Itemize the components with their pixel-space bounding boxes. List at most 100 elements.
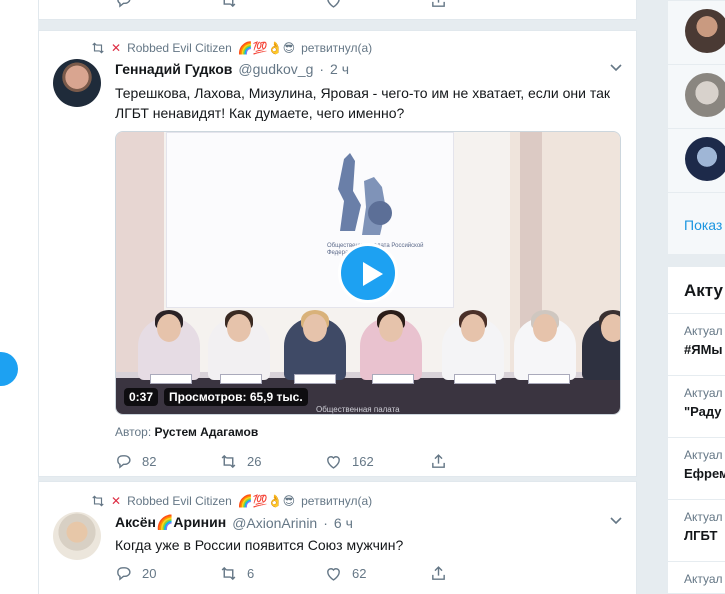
share-action[interactable] [430, 453, 535, 470]
trend-label: Актуал [684, 448, 723, 462]
reply-count: 82 [142, 454, 157, 469]
avatar[interactable] [685, 137, 725, 181]
video-frame-person [582, 310, 620, 380]
retweet-icon [221, 454, 236, 469]
suggested-account[interactable] [668, 129, 725, 193]
tweet-card[interactable]: ✕ Robbed Evil Citizen 🌈💯👌😎 ретвитнул(а) … [38, 481, 637, 594]
share-icon [432, 454, 445, 468]
chevron-down-icon[interactable] [610, 62, 622, 74]
reply-icon [117, 455, 131, 469]
tweet-card[interactable]: ✕ Robbed Evil Citizen 🌈💯👌😎 ретвитнул(а) … [38, 30, 637, 477]
play-button[interactable] [338, 243, 398, 303]
trend-name[interactable]: "Раду [684, 404, 722, 419]
video-frame-person [284, 310, 346, 380]
video-frame-nameplate [528, 374, 570, 384]
retweeter-name[interactable]: Robbed Evil Citizen [127, 41, 232, 55]
reply-action[interactable]: 82 [115, 453, 220, 470]
cross-mark-icon: ✕ [111, 41, 122, 55]
share-action[interactable] [430, 0, 535, 9]
video-frame-nameplate [220, 374, 262, 384]
retweet-suffix: ретвитнул(а) [301, 41, 373, 55]
retweet-icon [92, 495, 104, 507]
avatar[interactable] [53, 512, 101, 560]
video-frame-nameplate [454, 374, 496, 384]
video-caption: Общественная палата [316, 405, 400, 414]
retweeter-emojis: 🌈💯👌😎 [237, 494, 296, 508]
trend-item[interactable]: Актуал #ЯМы [668, 313, 725, 375]
who-to-follow-panel: Показ [667, 0, 725, 255]
tweet-actions [115, 0, 535, 9]
like-action[interactable] [325, 0, 430, 9]
tweet-header: Геннадий Гудков @gudkov_g · 2 ч [115, 61, 349, 77]
author-handle[interactable]: @gudkov_g [238, 61, 313, 77]
trend-label: Актуал [684, 572, 723, 586]
tweet-time[interactable]: 6 ч [334, 515, 353, 531]
retweeter-emojis: 🌈💯👌😎 [237, 41, 296, 55]
tweet-text: Когда уже в России появится Союз мужчин? [115, 537, 404, 553]
like-action[interactable]: 162 [325, 453, 430, 470]
avatar[interactable] [53, 59, 101, 107]
compose-tweet-button[interactable] [0, 352, 18, 386]
separator: · [323, 514, 328, 531]
trend-name[interactable]: #ЯМы [684, 342, 723, 357]
retweet-count: 26 [247, 454, 262, 469]
author-link[interactable]: Рустем Адагамов [155, 425, 259, 439]
reply-action[interactable] [115, 0, 220, 9]
like-count: 162 [352, 454, 374, 469]
retweeter-name[interactable]: Robbed Evil Citizen [127, 494, 232, 508]
cross-mark-icon: ✕ [111, 494, 122, 508]
retweet-count: 6 [247, 566, 255, 581]
show-more-link[interactable]: Показ [684, 217, 722, 233]
suggested-account[interactable] [668, 1, 725, 65]
avatar[interactable] [685, 73, 725, 117]
retweet-action[interactable]: 6 [220, 565, 325, 582]
tweet-time[interactable]: 2 ч [330, 61, 349, 77]
like-icon [327, 0, 340, 8]
tweet-actions: 82 26 162 [115, 453, 535, 470]
like-icon [327, 568, 340, 581]
retweet-action[interactable]: 26 [220, 453, 325, 470]
author-name[interactable]: Геннадий Гудков [115, 61, 232, 77]
avatar[interactable] [685, 9, 725, 53]
video-frame-person [442, 310, 504, 380]
trend-item[interactable]: Актуал Ефрем [668, 437, 725, 499]
retweet-icon [223, 0, 236, 8]
retweet-action[interactable] [220, 0, 325, 9]
share-action[interactable] [430, 565, 535, 582]
trend-item[interactable]: Актуал "Раду [668, 375, 725, 437]
trend-label: Актуал [684, 510, 723, 524]
author-handle[interactable]: @AxionArinin [232, 515, 317, 531]
right-sidebar: Показ Акту Актуал #ЯМы Актуал "Раду Акту… [667, 0, 725, 594]
retweet-icon [221, 566, 236, 581]
video-frame-banner: Общественная палата Российской Федерации [166, 132, 454, 308]
video-frame-person [208, 310, 270, 380]
chevron-down-icon[interactable] [610, 515, 622, 527]
author-name[interactable]: Аксён🌈Аринин [115, 514, 226, 531]
like-count: 62 [352, 566, 367, 581]
trends-title: Акту [684, 281, 723, 300]
tweet-actions: 20 6 62 [115, 565, 535, 582]
tweet-text: Терешкова, Лахова, Мизулина, Яровая - че… [115, 85, 611, 121]
trend-item[interactable]: Актуал [668, 561, 725, 593]
video-author: Автор: Рустем Адагамов [115, 425, 258, 439]
video-frame-person [138, 310, 200, 380]
trend-name[interactable]: ЛГБТ [684, 528, 717, 543]
reply-action[interactable]: 20 [115, 565, 220, 582]
video-frame-nameplate [372, 374, 414, 384]
like-action[interactable]: 62 [325, 565, 430, 582]
reply-icon [117, 567, 131, 581]
statue-emblem-icon [338, 153, 392, 235]
retweet-context: ✕ Robbed Evil Citizen 🌈💯👌😎 ретвитнул(а) [91, 41, 372, 55]
trend-name[interactable]: Ефрем [684, 466, 725, 481]
suggested-account[interactable] [668, 65, 725, 129]
retweet-suffix: ретвитнул(а) [301, 494, 373, 508]
retweet-icon [92, 42, 104, 54]
share-icon [432, 0, 445, 7]
previous-tweet-card[interactable] [38, 0, 637, 20]
video-player[interactable]: Общественная палата Российской Федерации [115, 131, 621, 415]
trend-item[interactable]: Актуал ЛГБТ [668, 499, 725, 561]
video-frame-nameplate [150, 374, 192, 384]
play-icon [363, 262, 383, 286]
like-icon [327, 456, 340, 469]
video-frame-person [514, 310, 576, 380]
